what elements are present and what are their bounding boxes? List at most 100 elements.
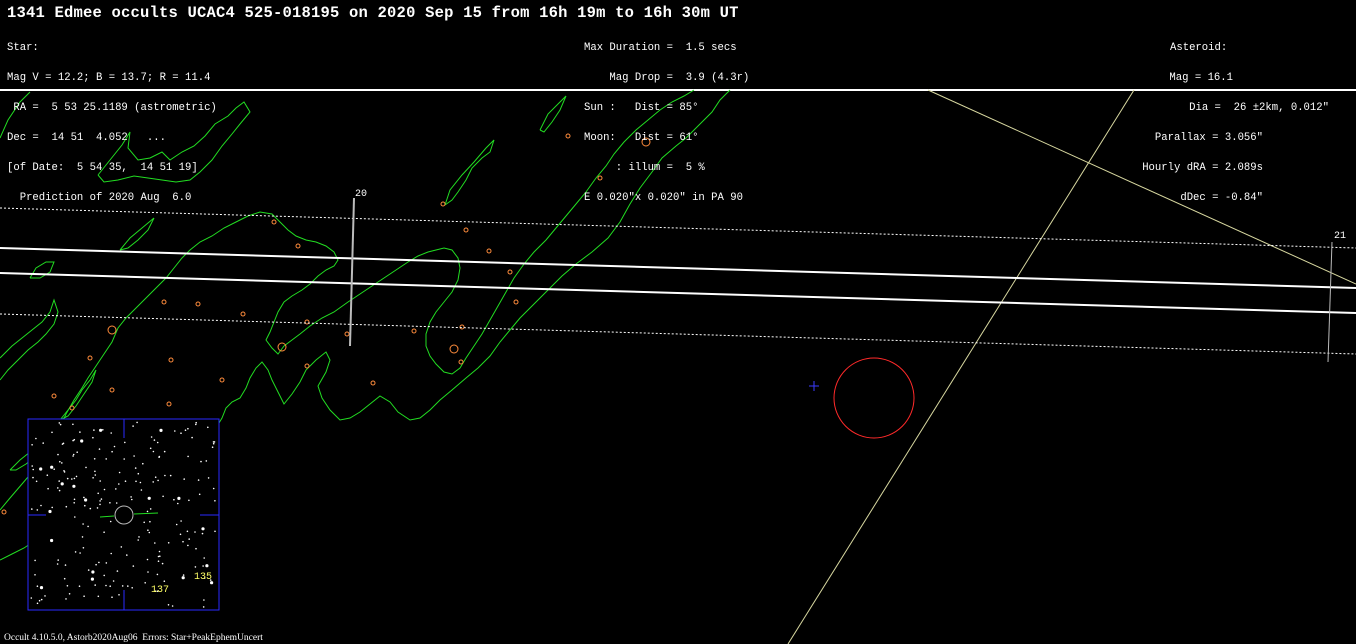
finder-star xyxy=(85,466,87,469)
finder-star xyxy=(158,455,161,458)
finder-star xyxy=(109,502,111,504)
time-tick-21 xyxy=(1327,241,1333,363)
finder-star xyxy=(59,423,62,426)
path-limit-north xyxy=(0,207,1356,249)
event-info-line: Moon: Dist = 61° xyxy=(584,132,699,144)
finder-star xyxy=(146,510,149,513)
finder-star xyxy=(97,492,99,495)
finder-star xyxy=(144,582,146,584)
finder-star xyxy=(173,498,175,501)
asteroid-info-line: Parallax = 3.056" xyxy=(1154,132,1263,144)
finder-star xyxy=(44,595,46,597)
finder-star xyxy=(203,599,205,601)
finder-star xyxy=(59,460,61,463)
finder-star xyxy=(103,488,106,491)
asteroid-info-line: Hourly dRA = 2.089s xyxy=(1142,162,1263,174)
finder-star xyxy=(58,422,61,424)
event-info-line: Max Duration = 1.5 secs xyxy=(584,42,737,54)
finder-star xyxy=(164,474,166,477)
finder-star xyxy=(32,476,34,479)
finder-star xyxy=(136,421,138,424)
event-info: Max Duration = 1.5 secs Mag Drop = 3.9 (… xyxy=(584,23,749,213)
finder-star xyxy=(97,595,100,598)
finder-star xyxy=(78,585,81,587)
finder-star xyxy=(82,523,84,525)
finder-star xyxy=(64,564,67,566)
finder-star xyxy=(134,467,137,469)
finder-star xyxy=(58,480,60,482)
finder-star xyxy=(73,477,76,480)
finder-star xyxy=(150,436,153,438)
finder-star xyxy=(63,577,66,580)
finder-star xyxy=(174,430,176,432)
finder-star xyxy=(94,470,96,473)
finder-star xyxy=(149,520,151,523)
finder-star xyxy=(159,428,163,432)
finder-star xyxy=(65,598,67,600)
finder-star xyxy=(111,596,113,598)
finder-star xyxy=(61,462,63,464)
finder-star xyxy=(84,498,88,502)
finder-star xyxy=(179,533,182,536)
finder-star xyxy=(131,587,133,589)
finder-star xyxy=(93,458,96,460)
finder-star xyxy=(105,458,107,460)
finder-star xyxy=(80,439,84,443)
finder-star xyxy=(98,448,101,450)
finder-star xyxy=(132,425,134,427)
finder-star xyxy=(83,595,85,597)
finder-star xyxy=(87,569,90,571)
finder-star xyxy=(149,447,152,450)
finder-star xyxy=(187,544,189,547)
finder-star xyxy=(58,489,61,492)
finder-star xyxy=(99,428,103,432)
finder-star xyxy=(157,479,159,482)
finder-star xyxy=(31,508,33,510)
finder-star xyxy=(73,502,75,504)
star-info-line: Prediction of 2020 Aug 6.0 xyxy=(7,192,192,204)
finder-star xyxy=(137,539,139,541)
finder-star xyxy=(92,477,94,479)
finder-star xyxy=(214,500,216,502)
finder-star xyxy=(109,585,111,587)
finder-star xyxy=(127,585,129,587)
finder-star xyxy=(87,525,89,528)
star-info-line: Dec = 14 51 4.052 ... xyxy=(7,132,166,144)
asteroid-info-line: dDec = -0.84" xyxy=(1180,192,1263,204)
finder-star xyxy=(138,536,140,538)
finder-star xyxy=(61,443,64,445)
finder-star xyxy=(137,472,140,475)
finder-star xyxy=(47,487,49,490)
finder-star xyxy=(188,499,190,502)
finder-star xyxy=(132,565,135,567)
finder-star xyxy=(110,432,112,434)
finder-star xyxy=(152,481,154,483)
finder-star xyxy=(71,478,73,480)
finder-star xyxy=(72,484,76,488)
finder-star xyxy=(42,442,44,444)
time-label-21: 21 xyxy=(1334,231,1346,242)
finder-star xyxy=(158,550,161,553)
finder-star xyxy=(213,441,216,443)
finder-star xyxy=(63,471,66,473)
finder-star xyxy=(143,521,145,524)
event-info-line: : illum = 5 % xyxy=(584,162,705,174)
finder-star xyxy=(91,570,95,574)
finder-star xyxy=(100,498,103,500)
asteroid-info: Asteroid: Mag = 16.1 Dia = 26 ±2km, 0.01… xyxy=(1100,23,1329,213)
finder-star xyxy=(147,571,149,573)
finder-star xyxy=(36,509,39,511)
finder-star xyxy=(153,439,156,441)
finder-star xyxy=(120,546,123,548)
path-south-edge xyxy=(0,272,1356,314)
finder-star xyxy=(95,563,97,566)
footer-version: Occult 4.10.5.0, Astorb2020Aug06 Errors:… xyxy=(4,633,263,643)
finder-star xyxy=(146,558,149,561)
finder-star xyxy=(161,562,164,565)
finder-star xyxy=(81,536,84,538)
finder-star xyxy=(31,444,33,446)
finder-star xyxy=(40,598,43,601)
finder-star xyxy=(103,574,105,577)
finder-star xyxy=(99,500,101,502)
finder-star xyxy=(89,507,92,510)
